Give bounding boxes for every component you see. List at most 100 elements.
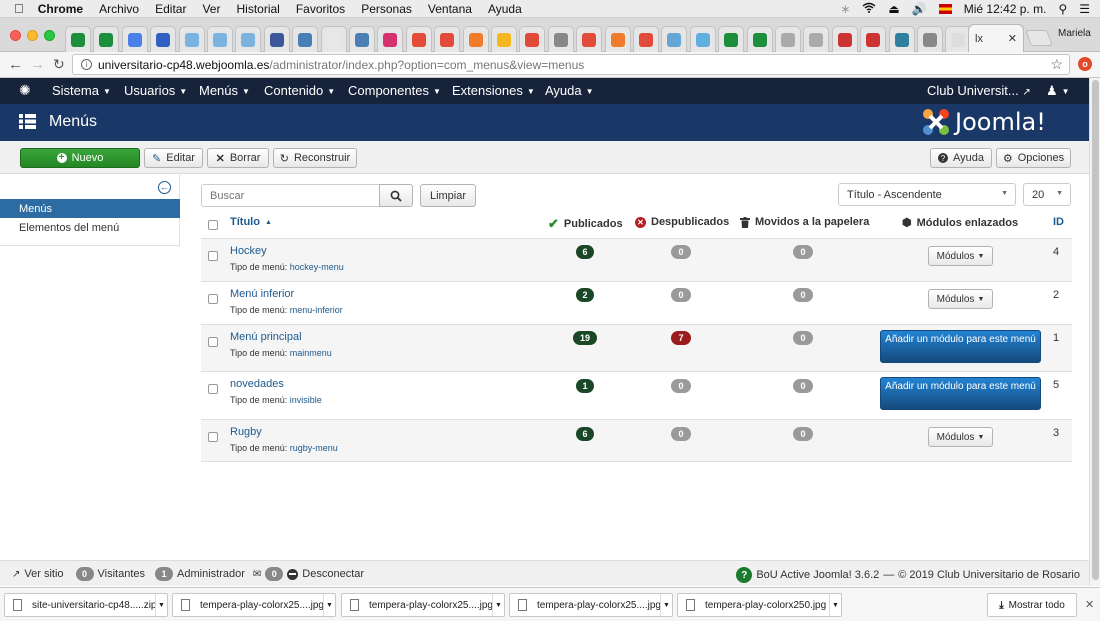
pinned-tab[interactable] [547,26,574,52]
pinned-tab[interactable] [292,26,319,52]
pinned-tab[interactable] [576,26,603,52]
nav-usuarios[interactable]: Usuarios ▼ [124,83,187,98]
row-checkbox[interactable] [208,337,218,347]
eject-icon[interactable]: ⏏ [888,2,899,16]
messages-count-badge[interactable]: 0 [265,567,284,581]
row-checkbox[interactable] [208,251,218,261]
site-link[interactable]: Club Universit... ↗ [927,83,1031,98]
maximize-window-icon[interactable] [44,30,55,41]
pinned-tab[interactable] [718,26,745,52]
menu-favoritos[interactable]: Favoritos [296,2,345,16]
rebuild-button[interactable]: ↻ Reconstruir [273,148,357,168]
row-checkbox[interactable] [208,294,218,304]
modules-dropdown-button[interactable]: Módulos ▼ [928,427,993,447]
nav-sistema[interactable]: Sistema ▼ [52,83,111,98]
pinned-tab[interactable] [888,26,915,52]
search-button[interactable] [379,184,413,207]
menu-ayuda[interactable]: Ayuda [488,2,522,16]
nav-componentes[interactable]: Componentes ▼ [348,83,441,98]
download-menu-icon[interactable]: ▼ [155,594,167,616]
scrollbar-thumb[interactable] [1092,80,1099,580]
menu-title-link[interactable]: Hockey [230,245,267,257]
unpublished-count-badge[interactable]: 0 [671,427,691,441]
pinned-tab[interactable] [207,26,233,52]
pinned-tab[interactable] [604,26,631,52]
options-button[interactable]: ⚙ Opciones [996,148,1071,168]
pinned-tab[interactable] [462,26,489,52]
minimize-window-icon[interactable] [27,30,38,41]
download-menu-icon[interactable]: ▼ [492,594,504,616]
pinned-tab[interactable] [803,26,830,52]
menu-type-link[interactable]: invisible [290,395,322,405]
modules-dropdown-button[interactable]: Módulos ▼ [928,289,993,309]
pinned-tab[interactable] [917,26,943,52]
pinned-tab[interactable] [349,26,375,52]
collapse-sidebar-icon[interactable]: ← [158,181,171,194]
user-menu[interactable]: ♟ ▼ [1046,83,1070,99]
menu-historial[interactable]: Historial [236,2,279,16]
back-icon[interactable]: ← [8,56,23,73]
row-checkbox[interactable] [208,432,218,442]
sidebar-item-menus[interactable]: Menús [0,199,180,218]
row-checkbox[interactable] [208,384,218,394]
apple-icon[interactable]:  [14,1,24,16]
column-title[interactable]: Título ▲ [230,216,272,228]
spotlight-icon[interactable]: ⚲ [1058,2,1067,16]
bluetooth-icon[interactable]: ∗ [840,2,850,16]
published-count-badge[interactable]: 6 [576,427,594,441]
pinned-tab[interactable] [121,26,148,52]
menu-title-link[interactable]: novedades [230,378,284,390]
envelope-icon[interactable]: ✉ [253,569,261,580]
notifications-icon[interactable]: ☰ [1079,2,1090,16]
edit-button[interactable]: ✎ Editar [144,148,203,168]
menu-archivo[interactable]: Archivo [99,2,139,16]
unpublished-count-badge[interactable]: 0 [671,245,691,259]
nav-extensiones[interactable]: Extensiones ▼ [452,83,535,98]
clock[interactable]: Mié 12:42 p. m. [964,2,1047,16]
menu-personas[interactable]: Personas [361,2,412,16]
pinned-tab[interactable] [661,26,688,52]
download-menu-icon[interactable]: ▼ [829,594,841,616]
pinned-tab[interactable] [377,26,404,52]
new-button[interactable]: + Nuevo [20,148,140,168]
close-window-icon[interactable] [10,30,21,41]
pinned-tab[interactable] [775,26,801,52]
pinned-tab[interactable] [746,26,773,52]
published-count-badge[interactable]: 6 [576,245,594,259]
menu-ver[interactable]: Ver [202,2,220,16]
close-downloads-icon[interactable]: ✕ [1085,598,1094,611]
menu-ventana[interactable]: Ventana [428,2,472,16]
column-id[interactable]: ID [1053,216,1064,228]
menu-title-link[interactable]: Rugby [230,426,262,438]
published-count-badge[interactable]: 2 [576,288,594,302]
menu-type-link[interactable]: hockey-menu [290,262,344,272]
nav-ayuda[interactable]: Ayuda ▼ [545,83,594,98]
pinned-tab[interactable] [491,26,517,52]
joomla-logo-icon[interactable]: ✺ [19,82,31,99]
pinned-tab[interactable] [150,26,177,52]
logout-link[interactable]: Desconectar [302,568,364,580]
modules-dropdown-button[interactable]: Módulos ▼ [928,246,993,266]
download-item[interactable]: tempera-play-colorx250.jpg ▼ [677,593,842,617]
view-site-link[interactable]: Ver sitio [24,568,63,580]
menu-app-name[interactable]: Chrome [38,2,83,16]
sort-select[interactable]: Título - Ascendente ▼ [838,183,1016,206]
unpublished-count-badge[interactable]: 0 [671,288,691,302]
clear-button[interactable]: Limpiar [420,184,476,207]
menu-type-link[interactable]: rugby-menu [290,443,338,453]
new-tab-button[interactable] [1025,30,1053,46]
trashed-count-badge[interactable]: 0 [793,245,813,259]
reload-icon[interactable]: ↻ [53,56,65,73]
menu-type-link[interactable]: menu-inferior [290,305,343,315]
delete-button[interactable]: ✕ Borrar [207,148,269,168]
published-count-badge[interactable]: 19 [573,331,597,345]
sidebar-item-menu-items[interactable]: Elementos del menú [0,218,180,237]
volume-icon[interactable]: 🔊 [912,2,927,16]
menu-editar[interactable]: Editar [155,2,186,16]
nav-menus[interactable]: Menús ▼ [199,83,250,98]
download-item[interactable]: tempera-play-colorx25....jpg ▼ [509,593,673,617]
pinned-tab[interactable] [689,26,716,52]
close-tab-icon[interactable]: ✕ [1008,32,1017,45]
pinned-tab[interactable] [860,26,887,52]
pinned-tab[interactable] [235,26,262,52]
